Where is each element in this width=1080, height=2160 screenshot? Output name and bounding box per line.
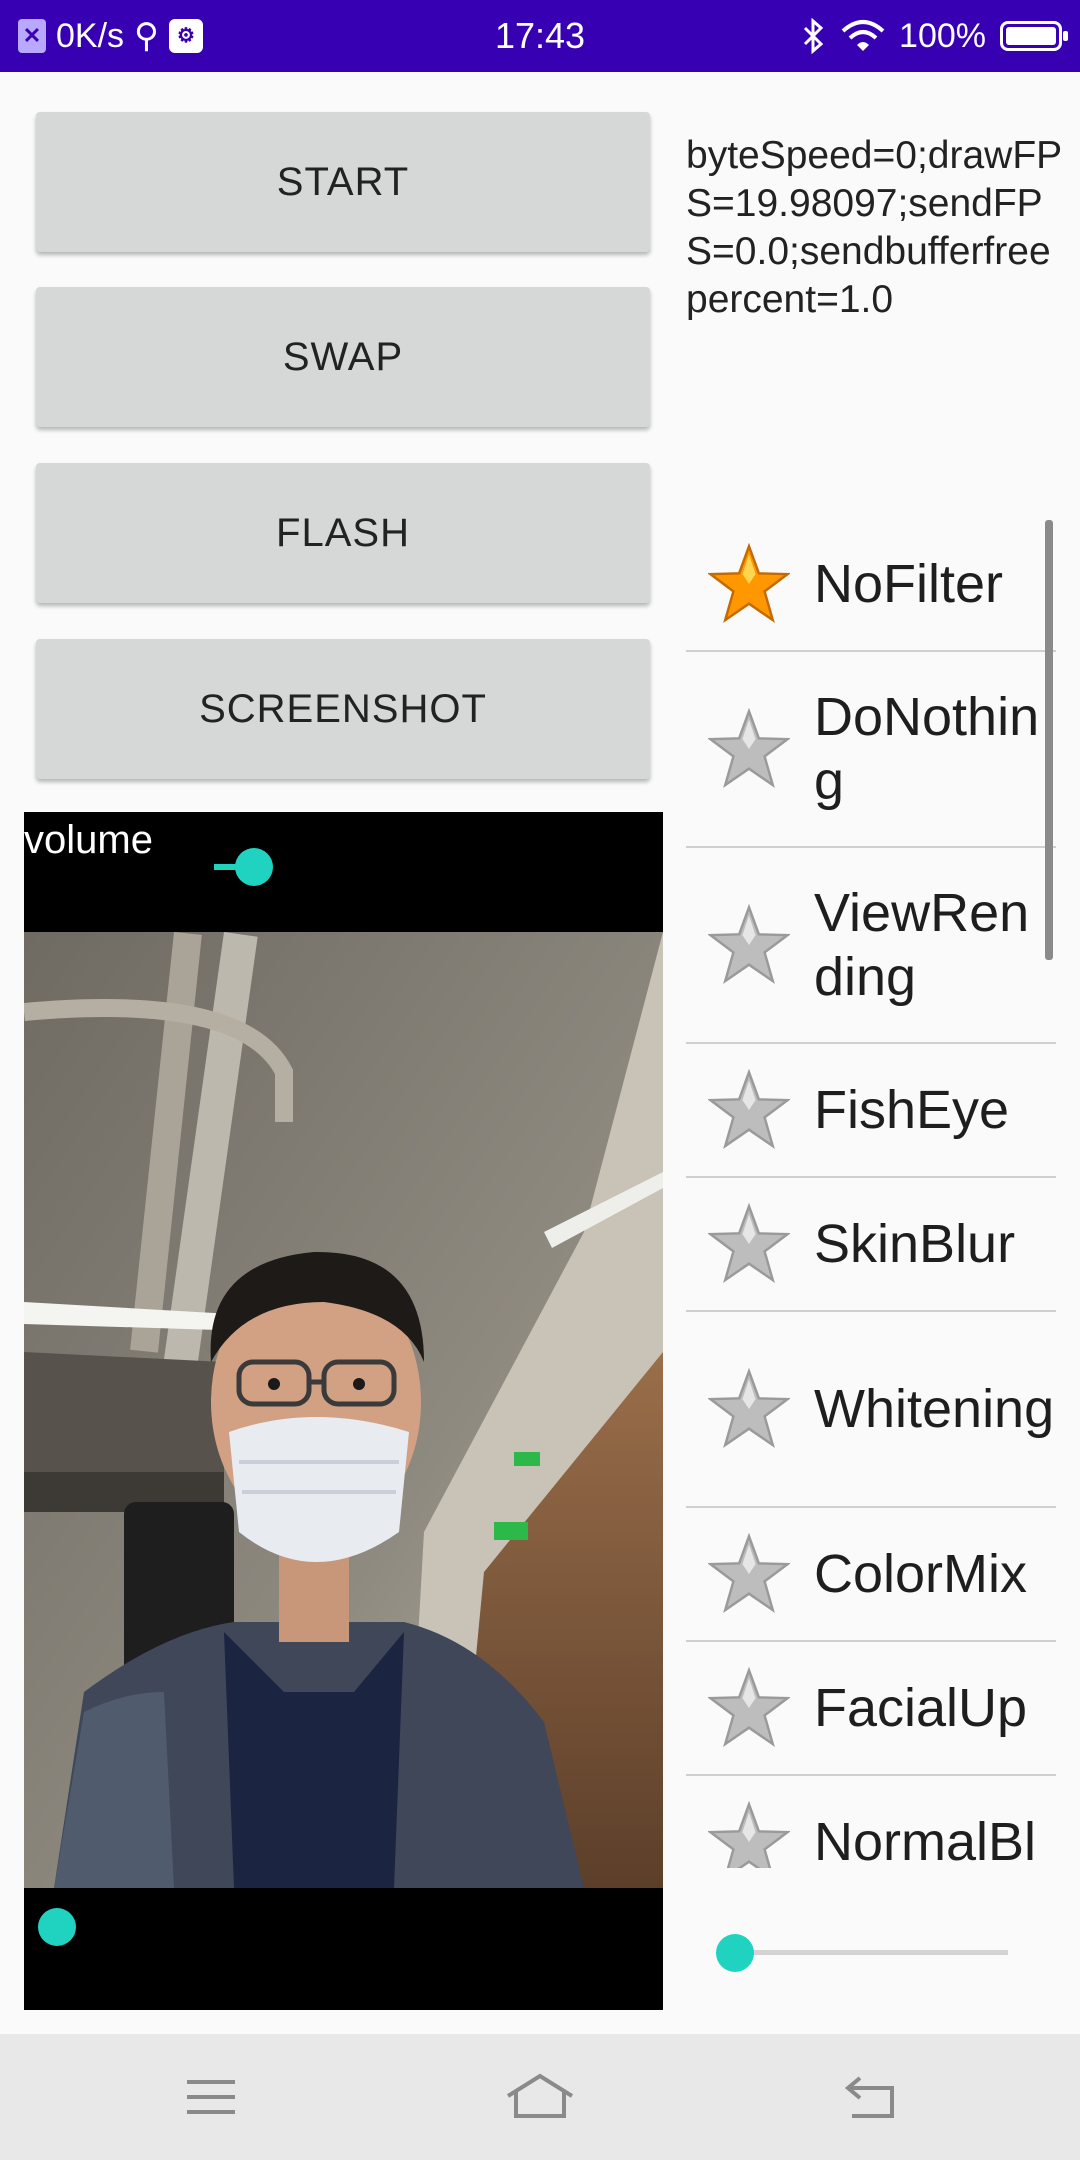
- status-right: 100%: [801, 0, 1068, 72]
- filter-item-label: NoFilter: [814, 554, 1004, 614]
- star-icon: [708, 904, 790, 985]
- filter-item[interactable]: FacialUp: [686, 1642, 1056, 1776]
- filter-item-label: ViewRending: [814, 883, 1030, 1007]
- back-icon[interactable]: [830, 2064, 910, 2130]
- wifi-icon: [841, 20, 885, 51]
- star-icon: [708, 1533, 790, 1614]
- camera-frame-image: [24, 932, 663, 1888]
- star-icon: [708, 1069, 790, 1150]
- battery-percent: 100%: [899, 16, 986, 55]
- navigation-bar: [0, 2034, 1080, 2160]
- star-icon: [708, 1203, 790, 1284]
- filter-item-label: ColorMix: [814, 1544, 1028, 1604]
- filter-intensity-track[interactable]: [734, 1950, 1008, 1955]
- star-icon: [708, 1368, 790, 1449]
- filter-list-scrollbar[interactable]: [1045, 520, 1053, 960]
- filter-item-label: SkinBlur: [814, 1214, 1016, 1274]
- stats-text: byteSpeed=0;drawFPS=19.98097;sendFPS=0.0…: [686, 134, 1063, 321]
- filter-item[interactable]: NoFilter: [686, 518, 1056, 652]
- star-icon: [708, 708, 790, 789]
- filter-item-label: FishEye: [814, 1080, 1010, 1140]
- battery-icon: [1000, 21, 1068, 51]
- screenshot-button[interactable]: SCREENSHOT: [36, 639, 650, 779]
- filter-intensity-thumb[interactable]: [716, 1934, 754, 1972]
- preview-slider-thumb[interactable]: [38, 1908, 76, 1946]
- volume-label: volume: [24, 818, 153, 862]
- home-icon[interactable]: [500, 2064, 580, 2130]
- camera-preview[interactable]: volume: [24, 812, 663, 2010]
- filter-item[interactable]: ViewRending: [686, 848, 1056, 1044]
- star-selected-icon: [708, 543, 790, 624]
- filter-item-label: Whitening: [814, 1379, 1055, 1439]
- filter-item[interactable]: SkinBlur: [686, 1178, 1056, 1312]
- status-bar: ✕ 0K/s ⚲ ⚙ 17:43 100%: [0, 0, 1080, 72]
- filter-list[interactable]: NoFilter DoNothing ViewRending FishEye SkinB…: [686, 518, 1056, 1868]
- menu-icon[interactable]: [171, 2064, 251, 2130]
- swap-button[interactable]: SWAP: [36, 287, 650, 427]
- filter-item[interactable]: Whitening: [686, 1312, 1056, 1508]
- bluetooth-icon: [803, 18, 824, 54]
- filter-item[interactable]: NormalBl: [686, 1776, 1056, 1868]
- star-icon: [708, 1801, 790, 1868]
- volume-slider-thumb[interactable]: [235, 848, 273, 886]
- star-icon: [708, 1667, 790, 1748]
- filter-item-label: NormalBl: [814, 1812, 1037, 1868]
- start-button[interactable]: START: [36, 112, 650, 252]
- filter-item-label: DoNothing: [814, 687, 1040, 811]
- filter-item[interactable]: FishEye: [686, 1044, 1056, 1178]
- filter-item-label: FacialUp: [814, 1678, 1028, 1738]
- flash-button[interactable]: FLASH: [36, 463, 650, 603]
- filter-item[interactable]: DoNothing: [686, 652, 1056, 848]
- filter-item[interactable]: ColorMix: [686, 1508, 1056, 1642]
